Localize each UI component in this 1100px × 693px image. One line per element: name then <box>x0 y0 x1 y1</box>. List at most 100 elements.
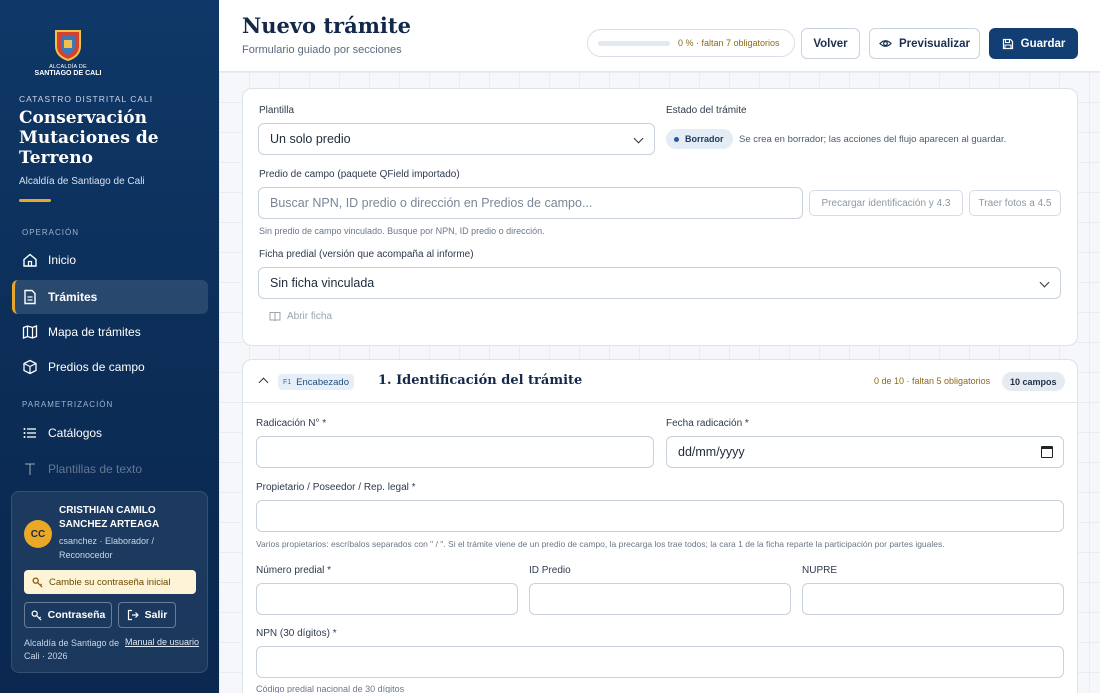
section-operacion: OPERACIÓN <box>22 228 80 237</box>
key-icon <box>32 577 43 588</box>
logo-line2: SANTIAGO DE CALI <box>34 70 102 77</box>
section-header[interactable]: F1 Encabezado 1. Identificación del trám… <box>243 360 1077 403</box>
nupre-label: NUPRE <box>802 565 838 576</box>
estado-note: Se crea en borrador; las acciones del fl… <box>739 134 1007 145</box>
sidebar-item-label: Mapa de trámites <box>48 325 141 339</box>
page-subtitle: Formulario guiado por secciones <box>242 44 402 56</box>
predio-search-input[interactable]: Buscar NPN, ID predio o dirección en Pre… <box>258 187 803 219</box>
numero-predial-label: Número predial * <box>256 565 332 576</box>
sidebar: ALCALDÍA DE SANTIAGO DE CALI CATASTRO DI… <box>0 0 219 693</box>
section-parametrizacion: PARAMETRIZACIÓN <box>22 400 114 409</box>
precargar-button[interactable]: Precargar identificación y 4.3 <box>809 190 963 216</box>
book-icon <box>269 311 281 322</box>
back-button[interactable]: Volver <box>801 28 860 59</box>
preview-button-label: Previsualizar <box>899 37 970 50</box>
plantilla-select-value: Un solo predio <box>270 132 351 146</box>
sidebar-app-title: Conservación Mutaciones de Terreno <box>19 108 159 168</box>
preview-button[interactable]: Previsualizar <box>869 28 980 59</box>
list-icon <box>22 425 38 441</box>
sidebar-item-mapa[interactable]: Mapa de trámites <box>12 315 208 349</box>
chevron-up-icon[interactable] <box>258 377 269 388</box>
password-button-label: Contraseña <box>47 609 106 621</box>
page-title: Nuevo trámite <box>242 13 411 38</box>
plantilla-select[interactable]: Un solo predio <box>258 123 655 155</box>
id-predio-label: ID Predio <box>529 565 571 576</box>
predio-label: Predio de campo (paquete QField importad… <box>259 169 460 180</box>
chevron-down-icon <box>1039 277 1050 288</box>
sidebar-item-plantillas[interactable]: Plantillas de texto <box>12 452 208 486</box>
sidebar-item-predios[interactable]: Predios de campo <box>12 350 208 384</box>
section-key: F1 <box>283 378 292 386</box>
document-icon <box>22 289 38 305</box>
user-role: csanchez · Elaborador / Reconocedor <box>59 536 155 560</box>
save-button[interactable]: Guardar <box>989 28 1078 59</box>
radicacion-label: Radicación N° * <box>256 418 327 429</box>
section-key-badge: F1 Encabezado <box>278 374 354 390</box>
progress-indicator: 0 % · faltan 7 obligatorios <box>587 29 795 57</box>
fecha-input-value: dd/mm/yyyy <box>678 445 745 459</box>
sidebar-item-label: Catálogos <box>48 426 103 440</box>
alcaldia-logo: ALCALDÍA DE SANTIAGO DE CALI <box>33 28 103 78</box>
status-badge: Borrador <box>666 129 733 149</box>
progress-bar <box>598 40 670 46</box>
progress-text: 0 % · faltan 7 obligatorios <box>678 38 780 48</box>
sidebar-item-label: Trámites <box>48 290 98 304</box>
abrir-ficha-button[interactable]: Abrir ficha <box>269 311 332 322</box>
text-icon <box>22 461 38 477</box>
password-warning[interactable]: Cambie su contraseña inicial <box>24 570 196 594</box>
propietario-label: Propietario / Poseedor / Rep. legal * <box>256 482 416 493</box>
map-icon <box>22 324 38 340</box>
logout-icon <box>127 609 139 621</box>
sidebar-subtitle: Alcaldía de Santiago de Cali <box>19 176 145 187</box>
home-icon <box>22 252 38 268</box>
section-progress: 0 de 10 · faltan 5 obligatorios <box>874 376 991 386</box>
password-button[interactable]: Contraseña <box>24 602 112 628</box>
npn-label: NPN (30 dígitos) * <box>256 628 337 639</box>
sidebar-footer: Alcaldía de Santiago de Cali · 2026 <box>24 638 120 661</box>
save-button-label: Guardar <box>1020 37 1066 50</box>
page-header: Nuevo trámite Formulario guiado por secc… <box>219 0 1100 72</box>
fecha-label: Fecha radicación * <box>666 418 749 429</box>
sidebar-item-inicio[interactable]: Inicio <box>12 243 208 277</box>
sidebar-item-tramites[interactable]: Trámites <box>12 280 208 314</box>
nupre-input[interactable] <box>802 583 1064 615</box>
eye-icon <box>879 37 892 50</box>
sidebar-kicker: CATASTRO DISTRITAL CALI <box>19 94 154 104</box>
fecha-input[interactable]: dd/mm/yyyy <box>666 436 1064 468</box>
ficha-label: Ficha predial (versión que acompaña al i… <box>259 249 474 260</box>
user-name: CRISTHIAN CAMILO SANCHEZ ARTEAGA <box>59 505 160 530</box>
id-predio-input[interactable] <box>529 583 791 615</box>
logout-button[interactable]: Salir <box>118 602 176 628</box>
ficha-select-value: Sin ficha vinculada <box>270 276 375 290</box>
status-dot <box>674 136 679 142</box>
propietario-hint: Varios propietarios: escríbalos separado… <box>256 539 945 549</box>
sidebar-item-label: Inicio <box>48 253 77 267</box>
sidebar-item-label: Plantillas de texto <box>48 462 143 476</box>
user-manual-link[interactable]: Manual de usuario <box>125 637 199 647</box>
fields-count-badge: 10 campos <box>1002 372 1065 391</box>
sidebar-item-label: Predios de campo <box>48 360 145 374</box>
template-card: Plantilla Un solo predio Estado del trám… <box>242 88 1078 346</box>
key-icon <box>31 610 42 621</box>
numero-predial-input[interactable] <box>256 583 518 615</box>
predio-hint: Sin predio de campo vinculado. Busque po… <box>259 226 545 236</box>
section-key-label: Encabezado <box>296 376 349 388</box>
npn-input[interactable] <box>256 646 1064 678</box>
propietario-input[interactable] <box>256 500 1064 532</box>
ficha-select[interactable]: Sin ficha vinculada <box>258 267 1061 299</box>
main-content: Plantilla Un solo predio Estado del trám… <box>219 72 1100 693</box>
avatar: CC <box>24 520 52 548</box>
cube-icon <box>22 359 38 375</box>
status-badge-text: Borrador <box>685 134 724 144</box>
traer-fotos-button[interactable]: Traer fotos a 4.5 <box>969 190 1061 216</box>
logout-button-label: Salir <box>144 609 168 621</box>
chevron-down-icon <box>633 133 644 144</box>
sidebar-item-catalogos[interactable]: Catálogos <box>12 416 208 450</box>
abrir-ficha-label: Abrir ficha <box>287 311 333 322</box>
radicacion-input[interactable] <box>256 436 654 468</box>
password-warning-text: Cambie su contraseña inicial <box>49 576 171 588</box>
calendar-icon[interactable] <box>1041 446 1053 458</box>
estado-label: Estado del trámite <box>666 105 747 116</box>
section-title: 1. Identificación del trámite <box>378 373 583 388</box>
section-identificacion: F1 Encabezado 1. Identificación del trám… <box>242 359 1078 693</box>
